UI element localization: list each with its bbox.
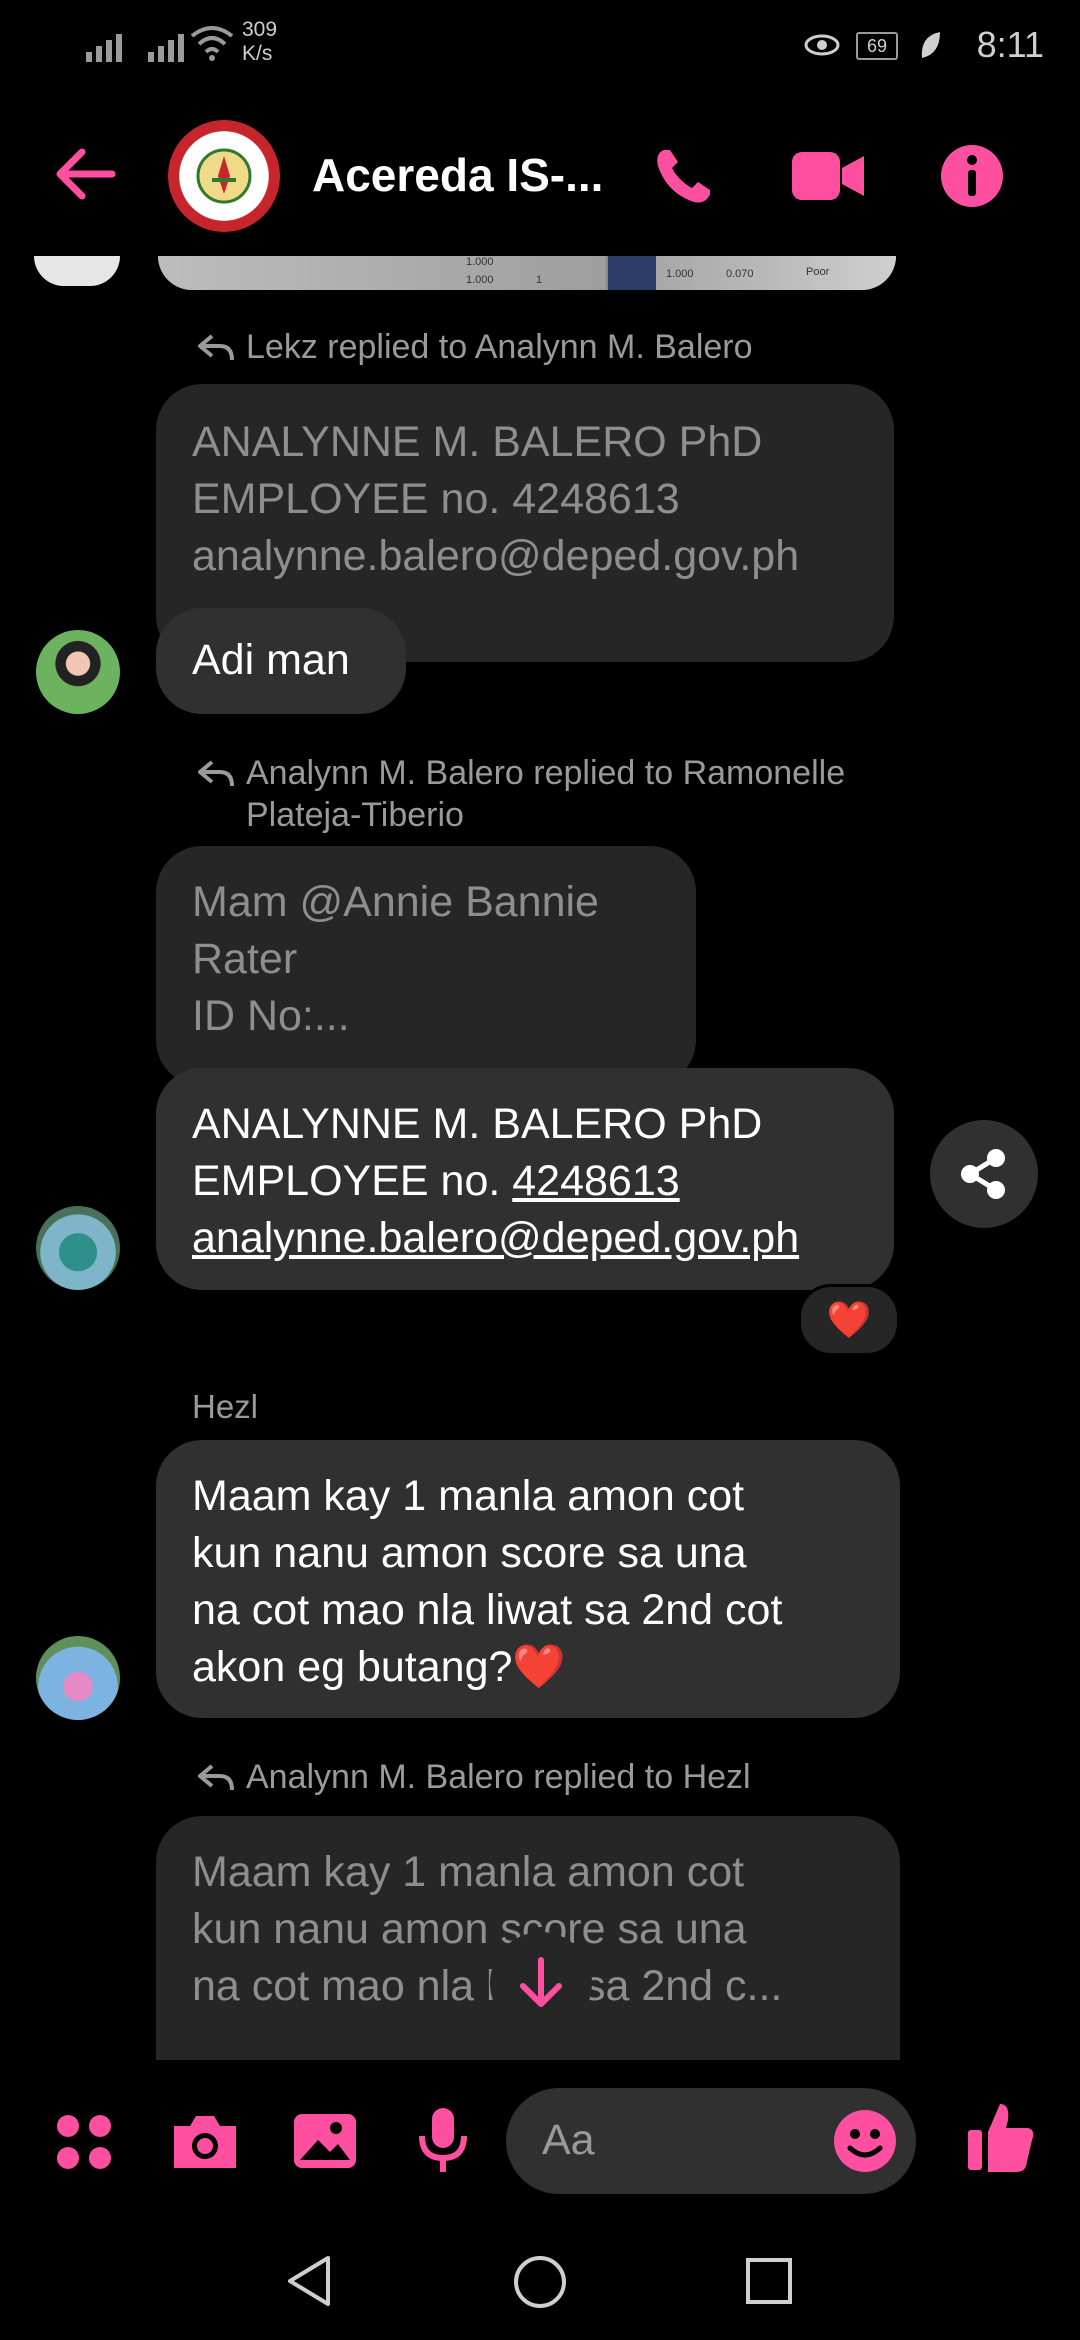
quoted-line: na cot mao nla liwat sa 2nd c...: [192, 1962, 783, 2010]
image-cell-1: 1.000: [466, 256, 494, 268]
reaction-badge[interactable]: ❤️: [798, 1284, 900, 1356]
reply-context-text: Analynn M. Balero replied to Ramonelle: [246, 754, 846, 792]
more-actions-icon[interactable]: [54, 2112, 114, 2172]
signal-strength-icon: [86, 22, 122, 62]
reply-arrow-icon: [198, 760, 234, 787]
image-cell-3: 1: [536, 274, 543, 286]
message-text: na cot mao nla liwat sa 2nd cot: [192, 1586, 783, 1634]
nav-back-icon[interactable]: [284, 2254, 334, 2308]
phone-call-icon[interactable]: [652, 146, 716, 206]
gallery-icon[interactable]: [292, 2110, 358, 2172]
nav-recents-icon[interactable]: [744, 2256, 794, 2306]
wifi-icon: [190, 26, 234, 61]
clock: 8:11: [976, 24, 1044, 65]
video-call-icon[interactable]: [792, 150, 864, 202]
camera-icon[interactable]: [170, 2112, 240, 2172]
quoted-line: ID No:...: [192, 992, 350, 1040]
reply-context-text: Analynn M. Balero replied to Hezl: [246, 1758, 751, 1796]
message-bubble[interactable]: ANALYNNE M. BALERO PhD EMPLOYEE no. 4248…: [156, 1068, 894, 1290]
scroll-to-bottom-button[interactable]: [490, 1932, 592, 2034]
quoted-line: kun nanu amon score sa una: [192, 1905, 747, 1953]
network-speed-unit: K/s: [242, 42, 273, 65]
quoted-line: Maam kay 1 manla amon cot: [192, 1848, 745, 1896]
reply-arrow-icon: [198, 334, 234, 361]
sender-name: Hezl: [192, 1388, 259, 1425]
phone-number-link[interactable]: 4248613: [512, 1157, 679, 1205]
emoji-icon[interactable]: [832, 2108, 898, 2174]
network-speed-value: 309: [242, 18, 278, 41]
eye-comfort-icon: [804, 34, 840, 56]
quoted-line: ANALYNNE M. BALERO PhD: [192, 418, 763, 466]
message-bubble[interactable]: Adi man: [156, 608, 406, 714]
sender-avatar-lekz[interactable]: [36, 630, 120, 714]
message-text: akon eg butang?❤️: [192, 1643, 566, 1691]
share-button[interactable]: [930, 1120, 1038, 1228]
sender-avatar-hezl[interactable]: [36, 1636, 120, 1720]
reply-context-text: Plateja-Tiberio: [246, 796, 464, 834]
quoted-line: EMPLOYEE no. 4248613: [192, 475, 680, 523]
message-text: kun nanu amon score sa una: [192, 1529, 747, 1577]
chat-title[interactable]: Acereda IS-...: [312, 148, 603, 202]
message-text: Maam kay 1 manla amon cot: [192, 1472, 745, 1520]
heart-reaction-icon: ❤️: [826, 1299, 872, 1340]
image-cell-4: 1.000: [666, 268, 694, 280]
image-cell-6: Poor: [806, 266, 830, 278]
arrow-down-icon: [520, 1957, 562, 2007]
message-text: EMPLOYEE no. 4248613: [192, 1153, 799, 1210]
reply-arrow-icon: [198, 1764, 234, 1791]
quoted-line: Mam @Annie Bannie: [192, 878, 599, 926]
reply-context: Analynn M. Balero replied to Hezl: [198, 1756, 751, 1798]
message-input-placeholder: Aa: [542, 2116, 595, 2164]
message-text: Adi man: [192, 636, 350, 684]
thumbs-up-icon[interactable]: [966, 2100, 1038, 2174]
message-text-prefix: EMPLOYEE no.: [192, 1157, 513, 1205]
nav-home-icon[interactable]: [512, 2254, 568, 2310]
reply-context: Lekz replied to Analynn M. Balero: [198, 326, 753, 368]
back-arrow-icon[interactable]: [54, 148, 116, 200]
share-icon: [961, 1149, 1005, 1199]
avatar-partial: [34, 256, 120, 286]
info-icon[interactable]: [940, 144, 1004, 208]
image-cell-5: 0.070: [726, 268, 754, 280]
signal-strength-icon-2: [148, 22, 184, 62]
message-bubble[interactable]: Maam kay 1 manla amon cot kun nanu amon …: [156, 1440, 900, 1718]
image-cell-2: 1.000: [466, 274, 494, 286]
shared-image-partial[interactable]: 1.000 1.000 1 1.000 0.070 Poor: [158, 256, 896, 290]
reply-context-text: Lekz replied to Analynn M. Balero: [246, 328, 753, 366]
power-saving-leaf-icon: [921, 32, 940, 58]
network-speed: 309 K/s: [242, 18, 277, 66]
quoted-line: analynne.balero@deped.gov.ph: [192, 532, 800, 580]
group-avatar[interactable]: [168, 120, 280, 232]
microphone-icon[interactable]: [418, 2106, 468, 2176]
message-text: ANALYNNE M. BALERO PhD: [192, 1100, 763, 1148]
quoted-message[interactable]: Mam @Annie Bannie Rater ID No:...: [156, 846, 696, 1086]
email-link[interactable]: analynne.balero@deped.gov.ph: [192, 1210, 799, 1267]
battery-level: 69: [856, 32, 898, 60]
sender-avatar-analynn[interactable]: [36, 1206, 120, 1290]
quoted-line: Rater: [192, 935, 298, 983]
reply-context: Analynn M. Balero replied to Ramonelle P…: [198, 752, 846, 836]
school-seal-icon: [196, 148, 252, 204]
status-bar: 309 K/s 69 8:11: [0, 0, 1080, 96]
